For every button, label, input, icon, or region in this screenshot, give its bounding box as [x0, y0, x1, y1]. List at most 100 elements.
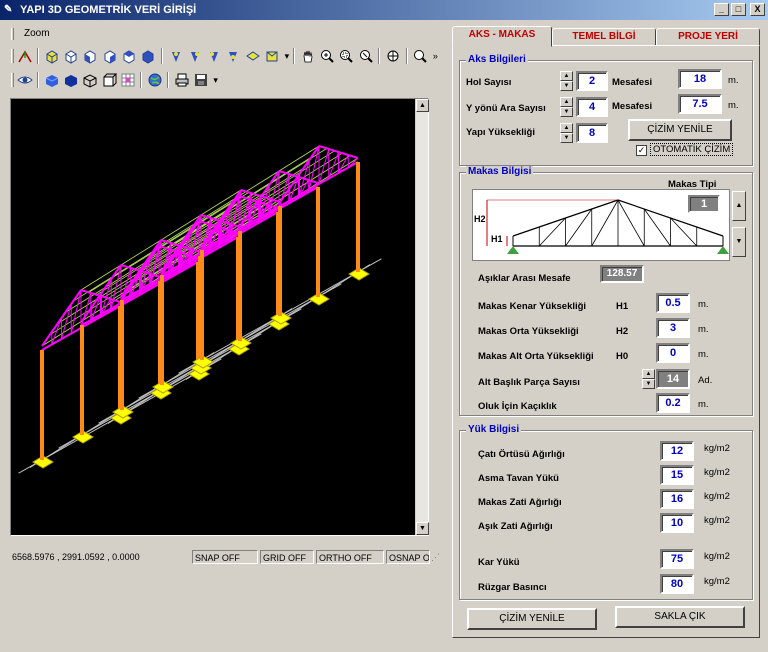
tab-temel-bilgi[interactable]: TEMEL BİLGİ	[552, 28, 656, 46]
mid-height-input[interactable]: 3	[656, 318, 690, 338]
zoom-realtime-icon[interactable]	[318, 47, 335, 65]
spin-up-icon[interactable]: ▲	[560, 97, 573, 107]
save-icon[interactable]	[192, 71, 209, 89]
dropdown-arrow-icon[interactable]: ▾	[285, 51, 290, 62]
view-bottom-icon[interactable]	[140, 47, 157, 65]
view-right-icon[interactable]	[101, 47, 118, 65]
dropdown-arrow-icon[interactable]: ▾	[213, 75, 218, 86]
bottom-mid-height-code: H0	[616, 351, 629, 362]
menu-zoom[interactable]: Zoom	[24, 28, 50, 39]
asik-value: 128.57	[600, 265, 644, 283]
iso-nw-icon[interactable]	[225, 47, 242, 65]
eye-icon[interactable]	[16, 71, 33, 89]
hol-input[interactable]: 2	[576, 71, 608, 91]
ceiling-load-label: Asma Tavan Yükü	[478, 473, 559, 484]
height-input[interactable]: 8	[576, 123, 608, 143]
y-input[interactable]: 4	[576, 97, 608, 117]
scroll-up-icon[interactable]: ▲	[416, 99, 429, 112]
edge-height-code: H1	[616, 301, 629, 312]
wind-pressure-input[interactable]: 80	[660, 574, 694, 594]
zoom-window-icon[interactable]	[338, 47, 355, 65]
save-exit-button[interactable]: SAKLA ÇIK	[615, 606, 745, 628]
status-osnap[interactable]: OSNAP O	[386, 550, 430, 564]
wire-icon[interactable]	[81, 71, 98, 89]
bottom-mid-height-input[interactable]: 0	[656, 343, 690, 363]
mesafe1-input[interactable]: 18	[678, 69, 722, 89]
printer-icon[interactable]	[173, 71, 190, 89]
grid-icon[interactable]	[119, 71, 136, 89]
edge-height-input[interactable]: 0.5	[656, 293, 690, 313]
mid-height-unit: m.	[698, 324, 709, 335]
parca-label: Alt Başlık Parça Sayısı	[478, 377, 580, 388]
axes-icon[interactable]	[16, 47, 33, 65]
view-back-icon[interactable]	[63, 47, 80, 65]
status-grid[interactable]: GRID OFF	[260, 550, 314, 564]
hol-spinner[interactable]: ▲ ▼	[560, 71, 573, 91]
view-top-icon[interactable]	[120, 47, 137, 65]
zoom-extents-icon[interactable]	[357, 47, 374, 65]
maximize-button[interactable]: □	[731, 3, 746, 16]
auto-draw-label[interactable]: OTOMATİK ÇİZİM	[650, 143, 734, 156]
mesafe2-label: Mesafesi	[612, 101, 653, 112]
roof-weight-unit: kg/m2	[704, 443, 730, 454]
truss-type-up-icon[interactable]: ▲	[732, 191, 746, 221]
footer-redraw-button[interactable]: ÇİZİM YENİLE	[467, 608, 597, 630]
purlin-self-weight-input[interactable]: 10	[660, 513, 694, 533]
height-spinner[interactable]: ▲ ▼	[560, 123, 573, 143]
truss-self-weight-unit: kg/m2	[704, 491, 730, 502]
makas-group: Makas Bilgisi H2 H1 Makas Tipi 1 ▲ ▼ Aşı…	[459, 166, 753, 416]
iso-se-icon[interactable]	[186, 47, 203, 65]
truss-self-weight-input[interactable]: 16	[660, 489, 694, 509]
solid-blue-icon[interactable]	[43, 71, 60, 89]
iso-sw-icon[interactable]	[167, 47, 184, 65]
close-button[interactable]: X	[750, 3, 765, 16]
spin-down-icon[interactable]: ▼	[560, 107, 573, 117]
tab-proje-yeri[interactable]: PROJE YERİ	[656, 28, 760, 46]
truss-self-weight-label: Makas Zati Ağırlığı	[478, 497, 562, 508]
3d-viewport[interactable]	[12, 100, 415, 534]
minimize-button[interactable]: _	[714, 3, 729, 16]
y-spinner[interactable]: ▲ ▼	[560, 97, 573, 117]
truss-type-down-icon[interactable]: ▼	[732, 227, 746, 257]
globe-icon[interactable]	[146, 71, 163, 89]
zoom-in-icon[interactable]	[412, 47, 429, 65]
spin-up-icon[interactable]: ▲	[560, 123, 573, 133]
tab-aks-makas[interactable]: AKS - MAKAS	[452, 26, 552, 47]
spin-down-icon[interactable]: ▼	[560, 81, 573, 91]
view-front-icon[interactable]	[43, 47, 60, 65]
scroll-down-icon[interactable]: ▼	[416, 522, 429, 535]
solid-dark-icon[interactable]	[62, 71, 79, 89]
view-left-icon[interactable]	[82, 47, 99, 65]
snow-load-input[interactable]: 75	[660, 549, 694, 569]
truss-type-value: 1	[688, 195, 720, 213]
toolbar-separator	[167, 72, 170, 88]
mesafe1-unit: m.	[728, 75, 739, 86]
parca-value: 14	[656, 369, 690, 389]
render-icon[interactable]	[263, 47, 280, 65]
mesafe2-input[interactable]: 7.5	[678, 94, 722, 114]
auto-draw-checkbox[interactable]: ✓	[636, 145, 647, 156]
spin-up-icon[interactable]: ▲	[642, 369, 655, 379]
roof-weight-input[interactable]: 12	[660, 441, 694, 461]
toolbar-render: ▾	[8, 68, 218, 92]
zoom-center-icon[interactable]	[384, 47, 401, 65]
toolbar-overflow-icon[interactable]: »	[433, 51, 438, 61]
box-icon[interactable]	[100, 71, 117, 89]
iso-ne-icon[interactable]	[206, 47, 223, 65]
aks-redraw-button[interactable]: ÇİZİM YENİLE	[628, 119, 732, 141]
oluk-input[interactable]: 0.2	[656, 393, 690, 413]
roof-weight-label: Çatı Örtüsü Ağırlığı	[478, 449, 565, 460]
parca-spinner[interactable]: ▲ ▼	[642, 369, 655, 389]
spin-down-icon[interactable]: ▼	[642, 379, 655, 389]
status-snap[interactable]: SNAP OFF	[192, 550, 258, 564]
viewport-scrollbar[interactable]: ▲ ▼	[415, 99, 429, 535]
ceiling-load-input[interactable]: 15	[660, 465, 694, 485]
wind-pressure-label: Rüzgar Basıncı	[478, 582, 547, 593]
shade-icon[interactable]	[244, 47, 261, 65]
spin-down-icon[interactable]: ▼	[560, 133, 573, 143]
resize-grip-icon[interactable]: ⋰	[431, 552, 440, 563]
spin-up-icon[interactable]: ▲	[560, 71, 573, 81]
status-ortho[interactable]: ORTHO OFF	[316, 550, 384, 564]
pan-hand-icon[interactable]	[299, 47, 316, 65]
toolbar-separator	[405, 48, 408, 64]
